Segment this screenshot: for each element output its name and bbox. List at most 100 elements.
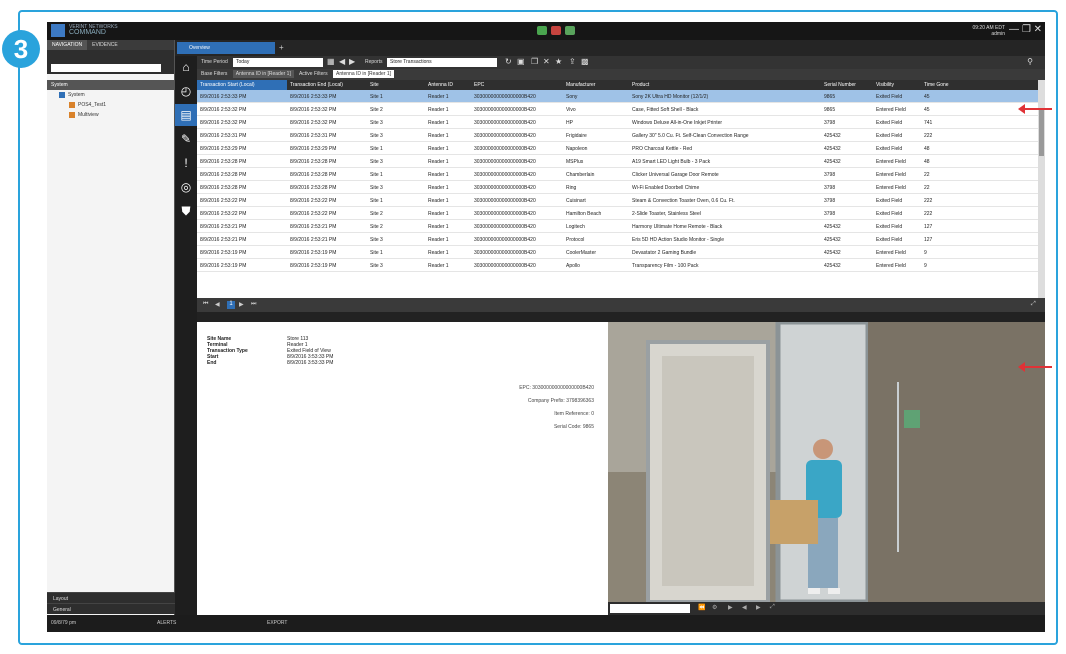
table-row[interactable]: 8/9/2016 2:53:19 PM 8/9/2016 2:53:19 PM Si… (197, 246, 1038, 259)
table-cell: 8/9/2016 2:53:19 PM (290, 263, 337, 269)
nav-search-input[interactable] (51, 64, 161, 72)
table-row[interactable]: 8/9/2016 2:53:21 PM 8/9/2016 2:53:21 PM Si… (197, 233, 1038, 246)
nav-root-system[interactable]: System (47, 80, 174, 90)
column-header[interactable]: Transaction End (Local) (287, 80, 367, 90)
step-forward-icon[interactable]: ▶ (756, 604, 761, 611)
camera-video-pane[interactable] (608, 322, 1045, 602)
column-header[interactable]: Serial Number (821, 80, 873, 90)
grid-icon[interactable]: ▩ (581, 57, 589, 66)
last-page-icon[interactable]: ⏭ (251, 301, 259, 309)
reports-select[interactable]: Store Transactions (387, 58, 497, 67)
rewind-icon[interactable]: ⏪ (698, 604, 705, 611)
minimize-button[interactable]: — (1009, 24, 1019, 35)
export-status[interactable]: EXPORT (267, 620, 287, 626)
table-cell: Exited Field (876, 211, 903, 217)
tree-item-multiview[interactable]: Multiview (47, 110, 174, 120)
delete-icon[interactable]: ✕ (543, 57, 550, 66)
table-cell: Reader 1 (428, 185, 449, 191)
table-row[interactable]: 8/9/2016 2:53:28 PM 8/9/2016 2:53:28 PM Si… (197, 168, 1038, 181)
alert-icon[interactable]: ! (175, 152, 197, 174)
restore-button[interactable]: ❐ (1022, 24, 1031, 35)
base-filters-label: Base Filters (201, 71, 228, 77)
copy-icon[interactable]: ❐ (531, 57, 538, 66)
nav-section-general[interactable]: General (47, 603, 175, 614)
table-row[interactable]: 8/9/2016 2:53:32 PM 8/9/2016 2:53:32 PM Si… (197, 116, 1038, 129)
table-row[interactable]: 8/9/2016 2:53:28 PM 8/9/2016 2:53:28 PM Si… (197, 181, 1038, 194)
star-icon[interactable]: ★ (555, 57, 562, 66)
table-cell: Hamilton Beach (566, 211, 602, 217)
table-row[interactable]: 8/9/2016 2:53:32 PM 8/9/2016 2:53:32 PM Si… (197, 103, 1038, 116)
edit-icon[interactable]: ✎ (175, 128, 197, 150)
status-bar: 09/8/79 pm ALERTS EXPORT (47, 615, 1045, 632)
status-alert-icon[interactable] (551, 26, 561, 35)
shield-icon[interactable]: ⛊ (175, 200, 197, 222)
table-row[interactable]: 8/9/2016 2:53:19 PM 8/9/2016 2:53:19 PM Si… (197, 259, 1038, 272)
next-page-icon[interactable]: ▶ (239, 301, 247, 309)
tab-evidence[interactable]: EVIDENCE (87, 40, 123, 50)
filter-icon[interactable]: ⚲ (1027, 57, 1033, 66)
table-cell: Entered Field (876, 250, 906, 256)
column-header[interactable]: Transaction Start (Local) (197, 80, 287, 90)
column-header[interactable]: EPC (471, 80, 563, 90)
table-cell: 48 (924, 146, 930, 152)
table-cell: 303000000000000000B420 (474, 185, 536, 191)
splitter[interactable] (197, 312, 1045, 322)
app-logo-icon (51, 24, 65, 37)
tab-navigation[interactable]: NAVIGATION (47, 40, 88, 50)
page-number[interactable]: 1 (227, 301, 235, 309)
first-page-icon[interactable]: ⏮ (203, 301, 211, 309)
column-header[interactable]: Antenna ID (425, 80, 471, 90)
nav-search (47, 62, 174, 74)
status-online-icon[interactable] (565, 26, 575, 35)
base-filter-chip[interactable]: Antenna ID in [Reader 1] (232, 70, 294, 78)
table-row[interactable]: 8/9/2016 2:53:29 PM 8/9/2016 2:53:29 PM Si… (197, 142, 1038, 155)
close-button[interactable]: ✕ (1034, 24, 1042, 35)
step-back-icon[interactable]: ◀ (742, 604, 747, 611)
history-icon[interactable]: ◴ (175, 80, 197, 102)
tree-item-pos[interactable]: POS4_Test1 (47, 100, 174, 110)
fullscreen-icon[interactable]: ⤢ (770, 604, 775, 611)
column-header[interactable]: Product (629, 80, 821, 90)
nav-section-layout[interactable]: Layout (47, 592, 175, 603)
table-scrollbar[interactable] (1038, 80, 1045, 298)
column-header[interactable]: Site (367, 80, 425, 90)
video-time-input[interactable] (610, 604, 690, 613)
alerts-status[interactable]: ALERTS (157, 620, 176, 626)
add-tab-button[interactable]: + (279, 43, 284, 52)
refresh-icon[interactable]: ↻ (505, 57, 512, 66)
home-icon[interactable]: ⌂ (175, 56, 197, 78)
device-icon (69, 112, 75, 118)
tab-overview[interactable]: Overview (177, 42, 275, 54)
column-header[interactable]: Visibility (873, 80, 921, 90)
active-filter-input[interactable]: Antenna ID in [Reader 1] (332, 70, 395, 78)
table-row[interactable]: 8/9/2016 2:53:33 PM 8/9/2016 2:53:33 PM Si… (197, 90, 1038, 103)
save-icon[interactable]: ▣ (517, 57, 525, 66)
table-cell: Site 2 (370, 224, 383, 230)
column-header[interactable]: Manufacturer (563, 80, 629, 90)
export-icon[interactable]: ⇪ (569, 57, 576, 66)
report-icon[interactable]: ▤ (175, 104, 197, 126)
calendar-icon[interactable]: ▦ (327, 57, 335, 66)
time-period-select[interactable]: Today (233, 58, 323, 67)
prev-page-icon[interactable]: ◀ (215, 301, 223, 309)
scroll-thumb[interactable] (1039, 110, 1044, 156)
status-ok-icon[interactable] (537, 26, 547, 35)
camera-icon[interactable]: ◎ (175, 176, 197, 198)
play-icon[interactable]: ▶ (728, 604, 733, 611)
table-row[interactable]: 8/9/2016 2:53:22 PM 8/9/2016 2:53:22 PM Si… (197, 207, 1038, 220)
column-header[interactable]: Time Gone (921, 80, 952, 90)
next-period-icon[interactable]: ▶ (349, 57, 355, 66)
table-cell: 22 (924, 172, 930, 178)
settings-icon[interactable]: ⚙ (712, 604, 717, 611)
table-row[interactable]: 8/9/2016 2:53:28 PM 8/9/2016 2:53:28 PM Si… (197, 155, 1038, 168)
table-row[interactable]: 8/9/2016 2:53:31 PM 8/9/2016 2:53:31 PM Si… (197, 129, 1038, 142)
table-row[interactable]: 8/9/2016 2:53:21 PM 8/9/2016 2:53:21 PM Si… (197, 220, 1038, 233)
prev-period-icon[interactable]: ◀ (339, 57, 345, 66)
tree-item-system[interactable]: System (47, 90, 174, 100)
tree-label: Multiview (78, 112, 99, 118)
expand-icon[interactable]: ⤢ (1031, 301, 1039, 309)
table-cell: CoolerMaster (566, 250, 597, 256)
transactions-table: Transaction Start (Local) Transaction End… (197, 80, 1038, 298)
table-row[interactable]: 8/9/2016 2:53:22 PM 8/9/2016 2:53:22 PM Si… (197, 194, 1038, 207)
table-cell: Exited Field (876, 146, 903, 152)
